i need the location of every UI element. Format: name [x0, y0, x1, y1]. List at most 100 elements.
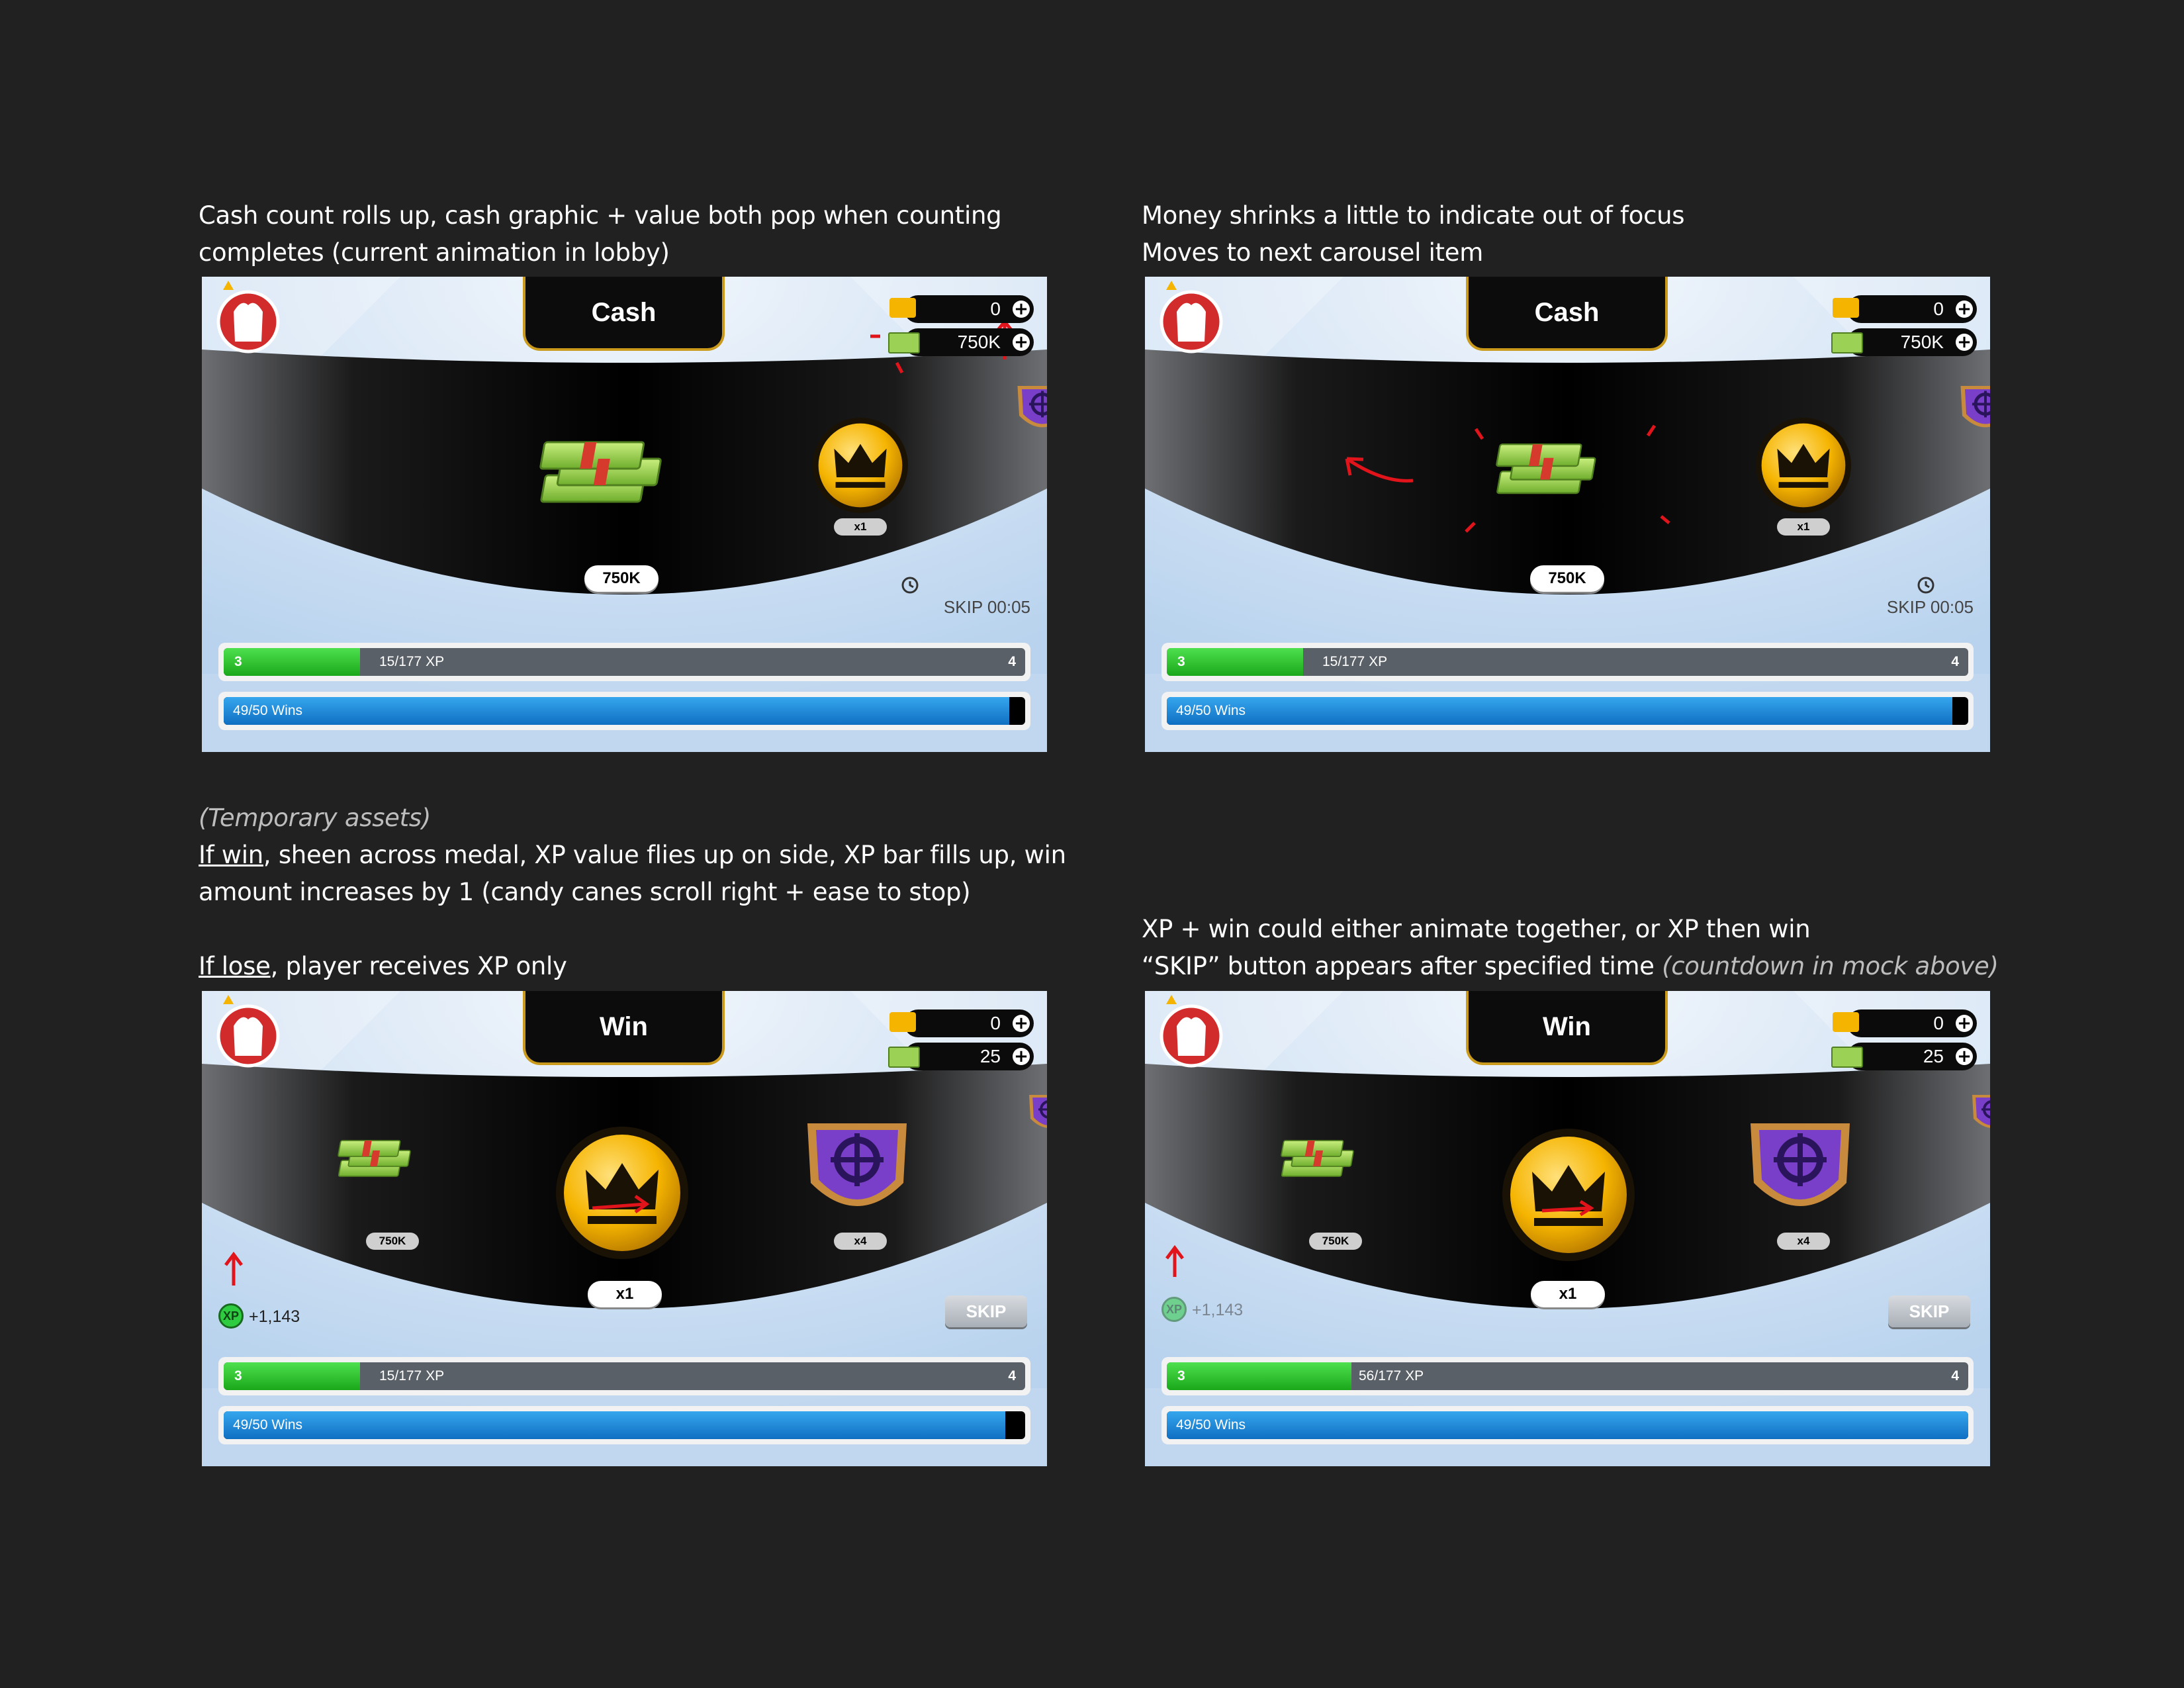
gold-counter: 0 +: [889, 1009, 1034, 1037]
add-cash-button[interactable]: +: [1013, 1048, 1030, 1065]
xp-fill: [1167, 1362, 1351, 1390]
caption-line: “SKIP” button appears after specified ti…: [1142, 952, 1999, 980]
caption-line: completes (current animation in lobby): [199, 238, 670, 267]
xp-next-level: 4: [1951, 654, 1959, 669]
xp-next-level: 4: [1008, 654, 1016, 669]
caption-panel-3: (Temporary assets) If win, sheen across …: [199, 800, 1066, 985]
mock-cash-shrink: Cash 0 + 750K + 750K x1 SKIP 00:05 3 15/…: [1145, 277, 1990, 752]
xp-next-level: 4: [1008, 1368, 1016, 1383]
cash-icon: [888, 332, 920, 353]
screen-title: Win: [1466, 991, 1668, 1065]
add-gold-button[interactable]: +: [1956, 1015, 1973, 1032]
wins-text: 49/50 Wins: [1176, 703, 1246, 718]
screen-title: Cash: [523, 277, 725, 351]
xp-progress-bar: 3 15/177 XP 4: [218, 1357, 1030, 1395]
xp-current-level: 3: [1177, 654, 1185, 669]
xp-progress-bar: 3 15/177 XP 4: [218, 643, 1030, 681]
crown-medal-icon: [556, 1127, 688, 1259]
skip-button[interactable]: SKIP: [945, 1295, 1027, 1327]
crown-reward-label: x1: [588, 1281, 662, 1307]
add-cash-button[interactable]: +: [1956, 334, 1973, 351]
xp-current-level: 3: [1177, 1368, 1185, 1383]
add-gold-button[interactable]: +: [1956, 301, 1973, 318]
cash-icon: [888, 1047, 920, 1068]
caption-panel-1: Cash count rolls up, cash graphic + valu…: [199, 197, 1002, 271]
wins-fill: [224, 1411, 1005, 1439]
xp-next-level: 4: [1951, 1368, 1959, 1383]
screen-title: Cash: [1466, 277, 1668, 351]
xp-fill: [224, 1362, 360, 1390]
xp-fill: [224, 648, 360, 676]
add-cash-button[interactable]: +: [1956, 1048, 1973, 1065]
wins-progress-bar: 49/50 Wins: [1161, 692, 1974, 730]
gold-bar-icon: [1833, 1012, 1859, 1032]
skip-countdown: SKIP 00:05: [1886, 597, 1974, 617]
cash-icon: [1831, 332, 1863, 353]
gold-value: 0: [990, 299, 1001, 319]
gold-bar-icon: [1833, 298, 1859, 318]
crown-medal-icon: [1502, 1129, 1635, 1261]
gold-counter: 0 +: [889, 295, 1034, 323]
add-gold-button[interactable]: +: [1013, 1015, 1030, 1032]
caption-line: If lose, player receives XP only: [199, 952, 567, 980]
cash-value: 750K: [1900, 332, 1944, 352]
money-reward-label: 750K: [584, 565, 659, 592]
gold-counter: 0 +: [1833, 295, 1977, 323]
cash-value: 25: [979, 1046, 1001, 1066]
caption-if-lose: If lose: [199, 952, 271, 980]
crown-reward-label: x1: [834, 518, 887, 536]
gold-counter: 0 +: [1833, 1009, 1977, 1037]
gold-value: 0: [1933, 299, 1944, 319]
mock-cash-count: Cash 0 + 750K + 750K x1 SKIP 00:05 3 15/…: [202, 277, 1047, 752]
xp-current-level: 3: [234, 1368, 242, 1383]
skip-countdown: SKIP 00:05: [943, 597, 1030, 617]
add-gold-button[interactable]: +: [1013, 301, 1030, 318]
xp-badge-icon: XP: [1161, 1297, 1187, 1322]
caption-temporary-assets: (Temporary assets): [199, 804, 431, 832]
cash-value: 25: [1923, 1046, 1944, 1066]
caption-note: (countdown in mock above): [1662, 952, 1999, 980]
cash-counter: 25 +: [888, 1043, 1034, 1070]
shield-reward-label: x4: [1777, 1233, 1830, 1250]
shield-reward-label: x4: [834, 1233, 887, 1250]
wins-progress-bar: 49/50 Wins: [218, 692, 1030, 730]
xp-progress-bar: 3 56/177 XP 4: [1161, 1357, 1974, 1395]
crown-medal-icon: [813, 418, 908, 513]
caption-line: Cash count rolls up, cash graphic + valu…: [199, 201, 1002, 230]
caption-line: Money shrinks a little to indicate out o…: [1142, 201, 1685, 230]
cash-counter: 25 +: [1831, 1043, 1977, 1070]
xp-gain-value: +1,143: [249, 1307, 300, 1326]
money-reward-label: 750K: [1309, 1233, 1362, 1250]
crown-reward-label: x1: [1531, 1281, 1605, 1307]
wins-fill: [1167, 1411, 1968, 1439]
crown-reward-label: x1: [1777, 518, 1830, 536]
mock-win-together: Win 0 + 25 + 750K x1 x4 XP +1,143 SKIP 3…: [1145, 991, 1990, 1466]
mock-win-xp: Win 0 + 25 + 750K x1 x4 XP +1,143 SKIP 3…: [202, 991, 1047, 1466]
xp-text: 15/177 XP: [379, 1368, 445, 1383]
wins-progress-bar: 49/50 Wins: [218, 1406, 1030, 1444]
add-cash-button[interactable]: +: [1013, 334, 1030, 351]
wins-text: 49/50 Wins: [233, 703, 303, 718]
money-reward-label: 750K: [1530, 565, 1604, 592]
gold-bar-icon: [889, 298, 916, 318]
wins-text: 49/50 Wins: [233, 1417, 303, 1432]
xp-text: 15/177 XP: [1322, 654, 1388, 669]
gold-bar-icon: [889, 1012, 916, 1032]
caption-panel-4: XP + win could either animate together, …: [1142, 911, 1999, 985]
skip-button[interactable]: SKIP: [1888, 1295, 1970, 1327]
xp-progress-bar: 3 15/177 XP 4: [1161, 643, 1974, 681]
gold-value: 0: [990, 1013, 1001, 1033]
cash-value: 750K: [957, 332, 1001, 352]
xp-current-level: 3: [234, 654, 242, 669]
money-reward-label: 750K: [366, 1233, 419, 1250]
cash-counter: 750K +: [888, 328, 1034, 356]
caption-line: amount increases by 1 (candy canes scrol…: [199, 878, 971, 906]
wins-text: 49/50 Wins: [1176, 1417, 1246, 1432]
xp-text: 15/177 XP: [379, 654, 445, 669]
caption-line: Moves to next carousel item: [1142, 238, 1483, 267]
xp-badge-icon: XP: [218, 1303, 244, 1329]
caption-panel-2: Money shrinks a little to indicate out o…: [1142, 197, 1685, 271]
caption-line: XP + win could either animate together, …: [1142, 915, 1811, 943]
wins-fill: [1167, 697, 1952, 725]
caption-if-win: If win: [199, 841, 263, 869]
